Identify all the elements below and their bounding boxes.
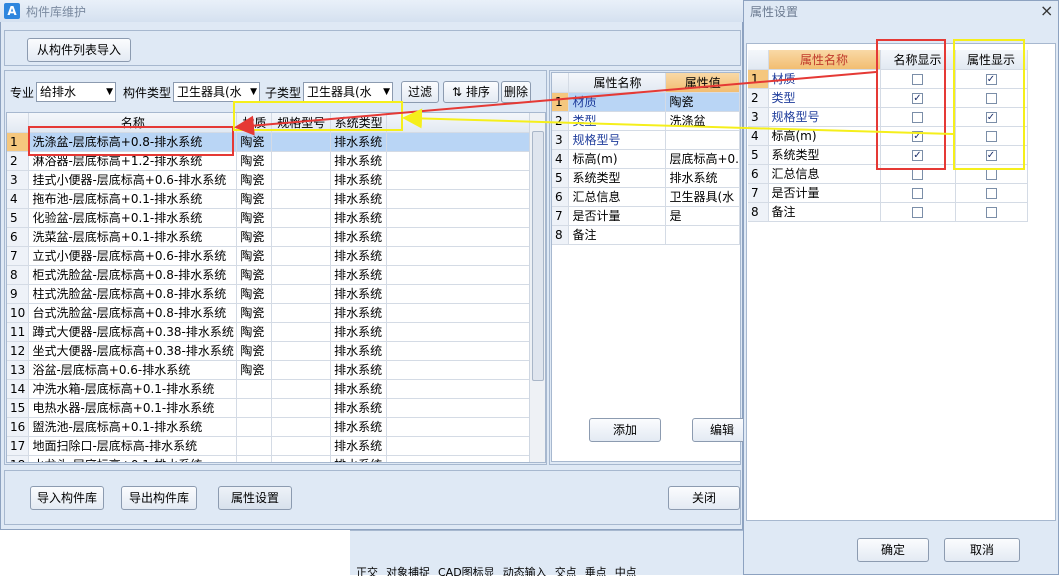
red-arrow	[234, 71, 877, 136]
annotation-arrows	[234, 71, 954, 136]
yellow-arrow	[402, 108, 954, 135]
